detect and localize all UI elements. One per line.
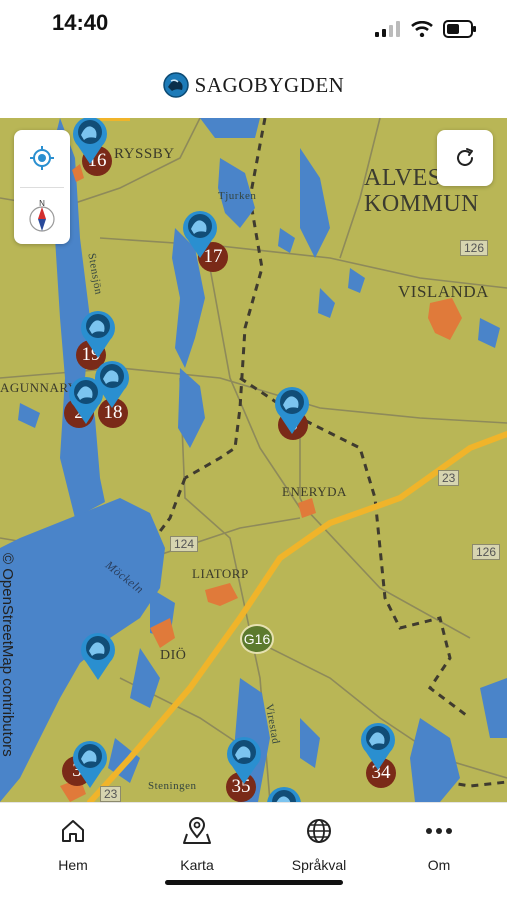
- tab-about-label: Om: [427, 857, 451, 873]
- home-icon: [62, 820, 84, 842]
- pin-icon: [267, 786, 301, 802]
- map-marker-pin[interactable]: [70, 118, 110, 166]
- map-marker-pin[interactable]: [78, 308, 118, 360]
- place-label-ryssby: RYSSBY: [114, 146, 175, 162]
- pin-icon: [81, 310, 115, 358]
- road-shield-23: 23: [438, 470, 460, 486]
- wifi-icon: [411, 21, 433, 37]
- map-base: [0, 118, 507, 802]
- tab-language[interactable]: Språkval: [256, 817, 382, 877]
- water-label-steningen: Steningen: [148, 780, 197, 792]
- pin-icon: [69, 376, 103, 424]
- tab-map-label: Karta: [180, 857, 214, 873]
- map-marker-pin[interactable]: [180, 208, 220, 260]
- attribution-text[interactable]: © OpenStreetMap contributors: [0, 553, 16, 757]
- status-icons: [375, 20, 477, 38]
- pin-icon: [73, 118, 107, 164]
- tab-home[interactable]: Hem: [10, 817, 136, 877]
- place-label-kommun: KOMMUN: [364, 191, 480, 217]
- pin-icon: [227, 736, 261, 784]
- map-marker-pin[interactable]: [272, 384, 312, 436]
- map-marker-pin[interactable]: [358, 720, 398, 772]
- map-attribution[interactable]: © OpenStreetMap contributors: [0, 553, 16, 802]
- map-marker-pin[interactable]: [78, 630, 118, 682]
- brand-title: SAGOBYGDEN: [194, 72, 345, 97]
- pin-icon: [73, 740, 107, 788]
- globe-icon: [307, 819, 331, 843]
- map-view[interactable]: RYSSBY ALVESTA KOMMUN VISLANDA ENERYDA L…: [0, 118, 507, 802]
- water-label-tjurken: Tjurken: [218, 190, 257, 202]
- compass-button[interactable]: N: [14, 188, 70, 244]
- map-marker-pin[interactable]: [264, 784, 304, 802]
- map-marker-pin[interactable]: [224, 734, 264, 786]
- refresh-icon: [457, 148, 473, 166]
- place-label-liatorp: LIATORP: [192, 566, 249, 581]
- road-shield-126: 126: [460, 240, 489, 256]
- battery-icon: [443, 20, 476, 38]
- signal-icon: [375, 21, 400, 37]
- status-time: 14:40: [52, 10, 109, 35]
- more-icon: [426, 828, 452, 834]
- map-pin-icon: [183, 817, 211, 844]
- tab-map[interactable]: Karta: [134, 817, 260, 877]
- sagobygden-logo-icon: [162, 72, 189, 98]
- road-shield-124: 124: [170, 536, 199, 552]
- app-header: SAGOBYGDEN: [0, 52, 507, 118]
- route-badge-g16: G16: [240, 624, 274, 654]
- pin-icon: [81, 632, 115, 680]
- tab-home-label: Hem: [58, 857, 88, 873]
- map-controls-group: N: [14, 130, 70, 244]
- pin-icon: [361, 722, 395, 770]
- place-label-vislanda: VISLANDA: [398, 282, 489, 301]
- map-marker-pin[interactable]: [70, 738, 110, 790]
- place-label-eneryda: ENERYDA: [282, 484, 347, 499]
- crosshair-icon: [30, 146, 54, 170]
- pin-icon: [275, 386, 309, 434]
- pin-icon: [183, 210, 217, 258]
- compass-icon: N: [29, 199, 55, 232]
- locate-me-button[interactable]: [14, 130, 70, 186]
- bottom-tab-bar: Hem Karta Språkval Om: [0, 802, 507, 900]
- status-bar: 14:40: [0, 0, 507, 52]
- tab-language-label: Språkval: [291, 857, 347, 873]
- tab-about[interactable]: Om: [376, 817, 502, 877]
- refresh-button[interactable]: [437, 130, 493, 186]
- home-indicator: [165, 880, 343, 885]
- map-marker-pin[interactable]: [66, 374, 106, 426]
- road-shield-126: 126: [472, 544, 501, 560]
- place-label-dio: DIÖ: [160, 648, 187, 663]
